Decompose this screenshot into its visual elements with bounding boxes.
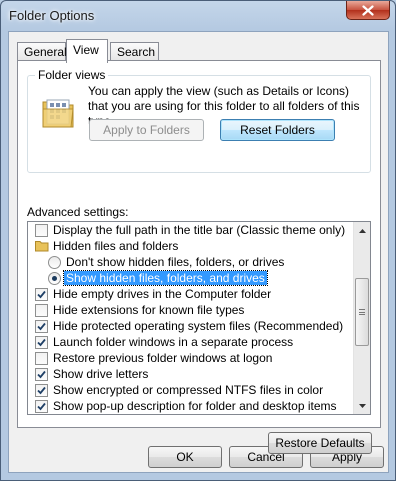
title-bar[interactable]: Folder Options	[1, 1, 395, 31]
list-item[interactable]: Display the full path in the title bar (…	[28, 222, 354, 238]
list-item[interactable]: Hide protected operating system files (R…	[28, 318, 354, 334]
list-item[interactable]: Show hidden files, folders, and drives	[28, 270, 354, 286]
list-item-label: Don't show hidden files, folders, or dri…	[66, 255, 285, 269]
list-item[interactable]: Launch folder windows in a separate proc…	[28, 334, 354, 350]
checkmark-icon	[37, 402, 46, 410]
list-item-label: Hidden files and folders	[53, 239, 179, 253]
grip-icon	[359, 309, 365, 315]
advanced-settings-label: Advanced settings:	[27, 205, 129, 219]
apply-to-folders-button[interactable]: Apply to Folders	[89, 119, 204, 141]
ok-button[interactable]: OK	[148, 446, 222, 468]
radio-button[interactable]	[48, 255, 61, 269]
list-item-label: Show pop-up description for folder and d…	[53, 399, 337, 413]
folder-views-group: Folder views You can apply the view (suc…	[27, 68, 371, 173]
list-item-label: Launch folder windows in a separate proc…	[53, 335, 294, 349]
checkbox[interactable]	[35, 287, 48, 301]
list-item: Hidden files and folders	[28, 238, 354, 254]
reset-folders-button[interactable]: Reset Folders	[220, 119, 335, 141]
tab-search[interactable]: Search	[110, 42, 159, 62]
checkmark-icon	[37, 386, 46, 394]
checkbox[interactable]	[35, 335, 48, 349]
folder-view-icon	[41, 96, 77, 130]
radio-button[interactable]	[48, 271, 61, 285]
scrollbar-thumb[interactable]	[355, 278, 369, 346]
list-item-label: Show hidden files, folders, and drives	[63, 270, 268, 286]
checkbox[interactable]	[35, 223, 48, 237]
list-item[interactable]: Restore previous folder windows at logon	[28, 350, 354, 366]
list-item-label: Show drive letters	[53, 367, 149, 381]
checkbox[interactable]	[35, 351, 48, 365]
checkbox[interactable]	[35, 319, 48, 333]
scroll-down-icon	[359, 403, 366, 408]
list-item[interactable]: Show encrypted or compressed NTFS files …	[28, 382, 354, 398]
close-icon	[362, 4, 374, 16]
list-item[interactable]: Show drive letters	[28, 366, 354, 382]
checkbox[interactable]	[35, 303, 48, 317]
scroll-down-button[interactable]	[354, 397, 370, 414]
checkbox[interactable]	[35, 383, 48, 397]
tab-view[interactable]: View	[66, 39, 108, 63]
list-item[interactable]: Hide extensions for known file types	[28, 302, 354, 318]
scroll-up-button[interactable]	[354, 222, 370, 239]
restore-defaults-button[interactable]: Restore Defaults	[268, 432, 372, 454]
checkbox[interactable]	[35, 367, 48, 381]
dialog-body: General View Search Folder views You can…	[8, 31, 389, 473]
list-item-label: Display the full path in the title bar (…	[53, 223, 346, 237]
list-item-label: Show encrypted or compressed NTFS files …	[53, 383, 324, 397]
checkmark-icon	[37, 370, 46, 378]
list-item[interactable]: Don't show hidden files, folders, or dri…	[28, 254, 354, 270]
radio-selected-dot	[52, 275, 57, 281]
list-item-label: Hide empty drives in the Computer folder	[53, 287, 272, 301]
tab-general[interactable]: General	[17, 42, 67, 62]
list-item-label: Hide protected operating system files (R…	[53, 319, 344, 333]
folder-icon	[35, 241, 49, 252]
vertical-scrollbar[interactable]	[353, 222, 370, 414]
window-title: Folder Options	[9, 8, 95, 23]
scroll-up-icon	[359, 228, 366, 233]
checkmark-icon	[37, 322, 46, 330]
view-tab-panel: Folder views You can apply the view (suc…	[17, 60, 381, 454]
folder-views-label: Folder views	[35, 68, 109, 82]
folder-options-window: Folder Options General View Search Folde…	[0, 0, 396, 481]
checkbox[interactable]	[35, 399, 48, 413]
list-item[interactable]: Show pop-up description for folder and d…	[28, 398, 354, 414]
list-item-label: Restore previous folder windows at logon	[53, 351, 273, 365]
checkmark-icon	[37, 338, 46, 346]
list-item[interactable]: Hide empty drives in the Computer folder	[28, 286, 354, 302]
close-button[interactable]	[346, 1, 390, 20]
list-item-label: Hide extensions for known file types	[53, 303, 245, 317]
checkmark-icon	[37, 290, 46, 298]
advanced-settings-list[interactable]: Display the full path in the title bar (…	[27, 221, 371, 415]
